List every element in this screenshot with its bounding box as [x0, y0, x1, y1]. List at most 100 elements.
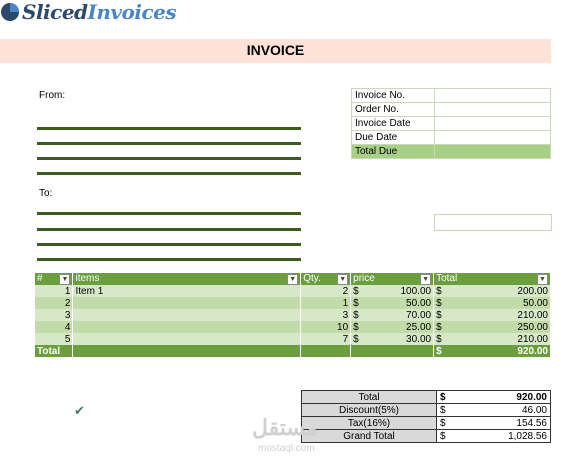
info-value-cell[interactable] — [434, 130, 551, 145]
row-qty[interactable]: 10 — [300, 321, 352, 333]
to-line-1[interactable] — [37, 212, 301, 215]
summary-value-cell[interactable]: $46.00 — [436, 403, 551, 417]
header-label: price — [353, 273, 375, 284]
price-value: 30.00 — [406, 333, 432, 345]
filter-dropdown-icon[interactable]: ▼ — [287, 274, 299, 285]
summary-value-cell[interactable]: $154.56 — [436, 416, 551, 430]
from-line-4[interactable] — [37, 172, 301, 175]
total-row-empty — [350, 345, 435, 357]
summary-row-grand-total: Grand Total $1,028.56 — [301, 429, 551, 443]
info-row-total-due: Total Due — [351, 144, 551, 159]
info-row-invoice-no: Invoice No. — [351, 88, 551, 103]
table-row: 3 3 $70.00 $210.00 — [35, 309, 551, 321]
row-num[interactable]: 5 — [35, 333, 74, 345]
row-price[interactable]: $50.00 — [350, 297, 435, 309]
table-row: 2 1 $50.00 $50.00 — [35, 297, 551, 309]
row-total[interactable]: $210.00 — [433, 333, 551, 345]
items-table: # ▼ items ▼ Qty. ▼ price ▼ Total ▼ 1 Item 1 2… — [35, 273, 551, 357]
row-num[interactable]: 4 — [35, 321, 74, 333]
info-label: Order No. — [351, 102, 435, 117]
header-label: items — [75, 273, 100, 284]
header-items[interactable]: items ▼ — [72, 273, 302, 285]
row-item[interactable] — [72, 297, 302, 309]
row-price[interactable]: $100.00 — [350, 285, 435, 297]
to-label: To: — [39, 188, 53, 199]
total-row-value[interactable]: $920.00 — [433, 345, 551, 357]
summary-value: 154.56 — [516, 417, 547, 429]
currency-symbol: $ — [436, 297, 442, 309]
total-value: 210.00 — [517, 309, 548, 321]
to-line-2[interactable] — [37, 228, 301, 231]
row-total[interactable]: $250.00 — [433, 321, 551, 333]
pie-logo-icon — [1, 3, 19, 21]
header-price[interactable]: price ▼ — [350, 273, 435, 285]
currency-symbol: $ — [436, 309, 442, 321]
row-total[interactable]: $50.00 — [433, 297, 551, 309]
row-price[interactable]: $25.00 — [350, 321, 435, 333]
row-item[interactable]: Item 1 — [72, 285, 302, 297]
currency-symbol: $ — [440, 417, 446, 429]
price-value: 70.00 — [406, 309, 432, 321]
info-label: Total Due — [351, 144, 435, 159]
currency-symbol: $ — [436, 285, 442, 297]
to-line-4[interactable] — [37, 258, 301, 261]
currency-symbol: $ — [353, 321, 359, 333]
header-total[interactable]: Total ▼ — [433, 273, 551, 285]
summary-table: Total $920.00 Discount(5%) $46.00 Tax(16… — [301, 390, 551, 443]
filter-dropdown-icon[interactable]: ▼ — [59, 274, 71, 285]
table-row: 1 Item 1 2 $100.00 $200.00 — [35, 285, 551, 297]
info-value-cell[interactable] — [434, 144, 551, 159]
currency-symbol: $ — [353, 297, 359, 309]
row-total[interactable]: $200.00 — [433, 285, 551, 297]
price-value: 25.00 — [406, 321, 432, 333]
row-qty[interactable]: 2 — [300, 285, 352, 297]
info-value-cell[interactable] — [434, 88, 551, 103]
summary-label: Tax(16%) — [301, 416, 437, 430]
total-row-empty — [72, 345, 302, 357]
total-row-label: Total — [35, 345, 74, 357]
watermark-logo: مستقل — [252, 415, 318, 440]
row-item[interactable] — [72, 321, 302, 333]
row-item[interactable] — [72, 309, 302, 321]
total-value: 50.00 — [522, 297, 548, 309]
watermark-url: mostaql.com — [258, 443, 315, 454]
from-line-2[interactable] — [37, 142, 301, 145]
summary-row-tax: Tax(16%) $154.56 — [301, 416, 551, 430]
summary-label: Total — [301, 390, 437, 404]
extra-input-cell[interactable] — [434, 214, 552, 231]
summary-value-cell[interactable]: $920.00 — [436, 390, 551, 404]
summary-value: 1,028.56 — [508, 430, 547, 442]
from-line-1[interactable] — [37, 127, 301, 130]
header-qty[interactable]: Qty. ▼ — [300, 273, 352, 285]
row-num[interactable]: 1 — [35, 285, 74, 297]
currency-symbol: $ — [440, 391, 446, 403]
filter-dropdown-icon[interactable]: ▼ — [537, 274, 548, 285]
to-line-3[interactable] — [37, 243, 301, 246]
summary-label: Grand Total — [301, 429, 437, 443]
row-price[interactable]: $30.00 — [350, 333, 435, 345]
filter-dropdown-icon[interactable]: ▼ — [337, 274, 349, 285]
filter-dropdown-icon[interactable]: ▼ — [420, 274, 432, 285]
info-row-order-no: Order No. — [351, 102, 551, 117]
row-qty[interactable]: 3 — [300, 309, 352, 321]
row-total[interactable]: $210.00 — [433, 309, 551, 321]
header-num[interactable]: # ▼ — [35, 273, 74, 285]
currency-symbol: $ — [440, 430, 446, 442]
info-value-cell[interactable] — [434, 116, 551, 131]
currency-symbol: $ — [353, 285, 359, 297]
row-num[interactable]: 3 — [35, 309, 74, 321]
summary-row-discount: Discount(5%) $46.00 — [301, 403, 551, 417]
row-qty[interactable]: 1 — [300, 297, 352, 309]
info-label: Due Date — [351, 130, 435, 145]
row-item[interactable] — [72, 333, 302, 345]
info-value-cell[interactable] — [434, 102, 551, 117]
price-value: 100.00 — [400, 285, 432, 297]
header-label: # — [37, 273, 43, 284]
summary-value-cell[interactable]: $1,028.56 — [436, 429, 551, 443]
row-qty[interactable]: 7 — [300, 333, 352, 345]
invoice-info-table: Invoice No. Order No. Invoice Date Due D… — [351, 88, 551, 159]
row-num[interactable]: 2 — [35, 297, 74, 309]
from-line-3[interactable] — [37, 157, 301, 160]
summary-label: Discount(5%) — [301, 403, 437, 417]
row-price[interactable]: $70.00 — [350, 309, 435, 321]
